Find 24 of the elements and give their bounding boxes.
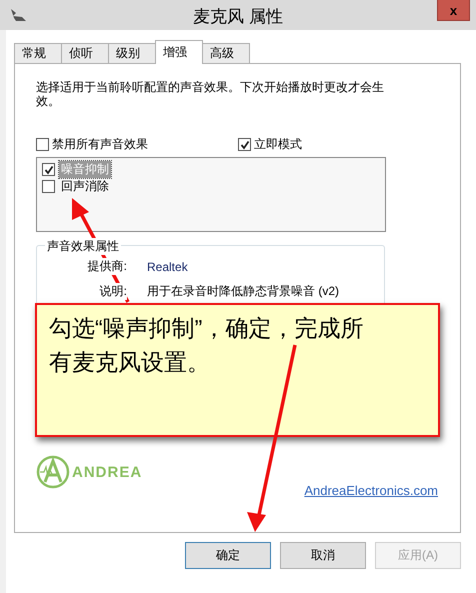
checkbox[interactable] — [42, 163, 55, 176]
tab[interactable]: 高级 — [202, 43, 250, 63]
website-link[interactable]: AndreaElectronics.com — [304, 483, 438, 498]
tab[interactable]: 增强 — [155, 40, 203, 64]
annotation-callout: 勾选“噪声抑制”，确定，完成所有麦克风设置。 — [35, 303, 440, 437]
tab[interactable]: 常规 — [14, 43, 62, 63]
tab[interactable]: 侦听 — [61, 43, 109, 63]
checkbox-label: 禁用所有声音效果 — [52, 136, 148, 153]
property-value: 用于在录音时降低静态背景噪音 (v2) — [147, 283, 339, 300]
tab[interactable]: 级别 — [108, 43, 156, 63]
checkbox[interactable] — [36, 138, 49, 151]
checkbox-label: 立即模式 — [254, 136, 302, 153]
checkbox[interactable] — [42, 180, 55, 193]
list-item[interactable]: 回声消除 — [59, 178, 111, 195]
logo-icon — [36, 455, 70, 489]
description-text: 选择适用于当前聆听配置的声音效果。下次开始播放时更改才会生效。 — [36, 80, 385, 108]
window-title: 麦克风 属性 — [193, 7, 283, 26]
logo-text: ANDREA — [72, 464, 142, 480]
dialog-button[interactable]: 取消 — [280, 542, 366, 569]
close-button[interactable]: x — [437, 0, 470, 21]
group-title: 声音效果属性 — [45, 238, 121, 255]
property-value: Realtek — [147, 260, 188, 274]
dialog-button[interactable]: 确定 — [185, 542, 271, 569]
checkbox[interactable] — [238, 138, 251, 151]
